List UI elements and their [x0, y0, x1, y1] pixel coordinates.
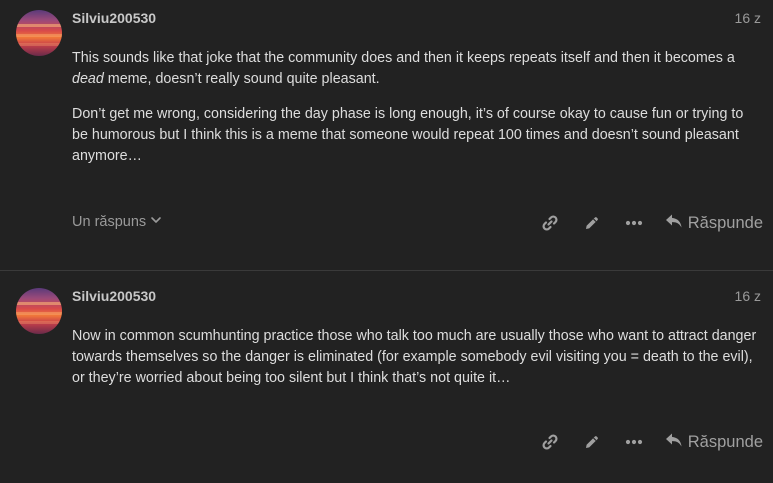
- pencil-icon[interactable]: [571, 431, 613, 453]
- reply-label: Răspunde: [687, 432, 763, 451]
- reply-label: Răspunde: [687, 213, 763, 232]
- username[interactable]: Silviu200530: [72, 10, 156, 26]
- reply-button[interactable]: Răspunde: [665, 213, 763, 234]
- chevron-down-icon: [150, 214, 162, 230]
- post-paragraph: This sounds like that joke that the comm…: [72, 50, 735, 87]
- post-actions: Răspunde: [529, 431, 763, 453]
- username[interactable]: Silviu200530: [72, 288, 156, 304]
- post-body: Now in common scumhunting practice those…: [72, 326, 762, 403]
- more-dots-icon[interactable]: [613, 431, 655, 453]
- pencil-icon[interactable]: [571, 212, 613, 234]
- post-actions: Răspunde: [529, 212, 763, 234]
- post-date[interactable]: 16 z: [735, 288, 761, 304]
- reply-button[interactable]: Răspunde: [665, 432, 763, 453]
- post-body: This sounds like that joke that the comm…: [72, 48, 762, 181]
- post-paragraph: Don’t get me wrong, considering the day …: [72, 106, 744, 164]
- post: Silviu200530 16 z Now in common scumhunt…: [0, 270, 773, 483]
- post-date[interactable]: 16 z: [735, 10, 761, 26]
- replies-count-label: Un răspuns: [72, 214, 147, 230]
- emphasis-text: dead: [72, 71, 104, 87]
- link-icon[interactable]: [529, 431, 571, 453]
- link-icon[interactable]: [529, 212, 571, 234]
- avatar[interactable]: [16, 10, 62, 56]
- avatar[interactable]: [16, 288, 62, 334]
- more-dots-icon[interactable]: [613, 212, 655, 234]
- reply-arrow-icon: [665, 432, 683, 453]
- replies-toggle-button[interactable]: Un răspuns: [72, 214, 162, 230]
- post: Silviu200530 16 z This sounds like that …: [0, 0, 773, 270]
- reply-arrow-icon: [665, 213, 683, 234]
- post-paragraph: Now in common scumhunting practice those…: [72, 328, 757, 386]
